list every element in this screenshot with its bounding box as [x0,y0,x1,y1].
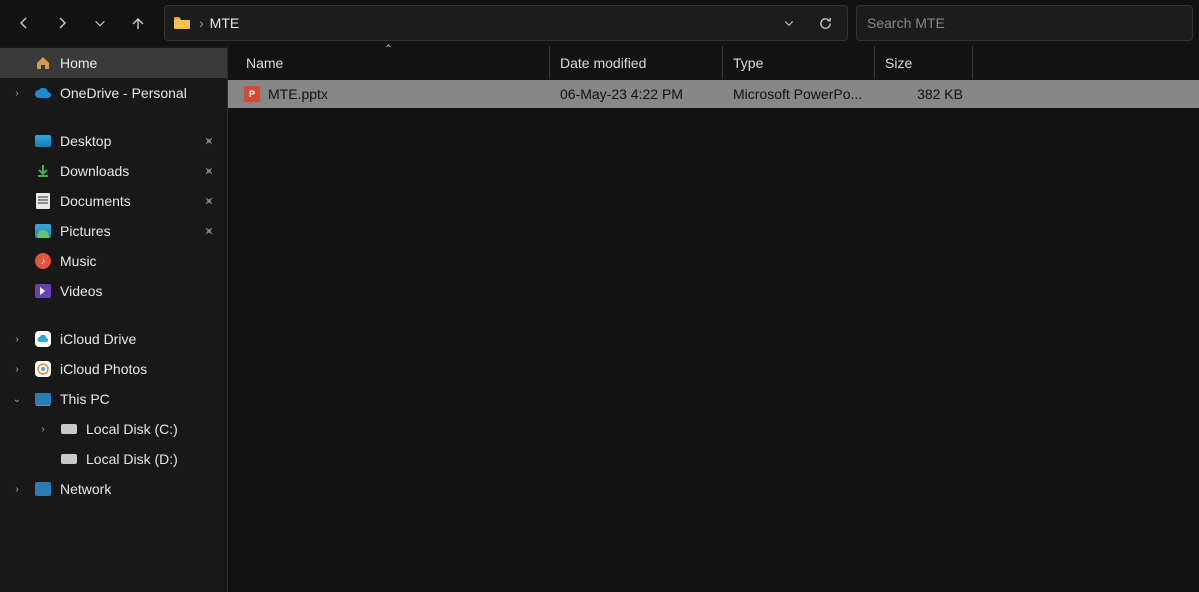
sort-ascending-icon: ⌃ [384,44,392,55]
icloud-drive-icon [34,330,52,348]
search-input[interactable] [867,15,1182,31]
chevron-right-icon[interactable]: › [34,424,52,435]
column-header-label: Type [733,55,763,71]
breadcrumb[interactable]: › MTE [199,15,767,31]
sidebar-item-label: Music [60,253,219,269]
address-dropdown-button[interactable] [775,9,803,37]
sidebar-item-label: Videos [60,283,219,299]
forward-button[interactable] [44,5,80,41]
documents-icon [34,192,52,210]
arrow-right-icon [54,15,70,31]
sidebar-item-label: This PC [60,391,219,407]
pc-icon [34,390,52,408]
sidebar-item-icloud-drive[interactable]: › iCloud Drive [0,324,227,354]
sidebar-item-label: iCloud Photos [60,361,219,377]
disk-icon [60,450,78,468]
back-button[interactable] [6,5,42,41]
pictures-icon [34,222,52,240]
file-type: Microsoft PowerPo... [723,86,875,102]
sidebar-item-label: Local Disk (C:) [86,421,219,437]
chevron-down-icon [783,17,795,29]
breadcrumb-folder[interactable]: MTE [210,15,240,31]
file-list[interactable]: P MTE.pptx 06-May-23 4:22 PM Microsoft P… [228,80,1199,592]
address-bar[interactable]: › MTE [164,5,848,41]
sidebar-item-label: OneDrive - Personal [60,85,219,101]
sidebar-item-music[interactable]: ♪ Music [0,246,227,276]
chevron-right-icon[interactable]: › [8,484,26,495]
arrow-left-icon [16,15,32,31]
refresh-icon [818,16,833,31]
pin-icon [199,165,219,177]
downloads-icon [34,162,52,180]
sidebar-item-icloud-photos[interactable]: › iCloud Photos [0,354,227,384]
sidebar-item-label: Desktop [60,133,191,149]
sidebar-item-disk-d[interactable]: › Local Disk (D:) [0,444,227,474]
powerpoint-file-icon: P [244,86,260,102]
onedrive-icon [34,84,52,102]
chevron-right-icon[interactable]: › [8,334,26,345]
file-size: 382 KB [875,86,973,102]
recent-locations-button[interactable] [82,5,118,41]
sidebar-item-documents[interactable]: Documents [0,186,227,216]
sidebar-item-downloads[interactable]: Downloads [0,156,227,186]
sidebar-item-desktop[interactable]: Desktop [0,126,227,156]
pin-icon [199,195,219,207]
toolbar: › MTE [0,0,1199,46]
sidebar-item-videos[interactable]: Videos [0,276,227,306]
file-row[interactable]: P MTE.pptx 06-May-23 4:22 PM Microsoft P… [228,80,1199,108]
sidebar-item-label: Local Disk (D:) [86,451,219,467]
chevron-right-icon[interactable]: › [8,88,26,99]
chevron-down-icon[interactable]: ⌄ [8,394,26,405]
sidebar-item-label: Downloads [60,163,191,179]
icloud-photos-icon [34,360,52,378]
column-header-type[interactable]: Type [723,46,875,79]
column-header-size[interactable]: Size [875,46,973,79]
pin-icon [199,225,219,237]
arrow-up-icon [130,15,146,31]
sidebar: Home › OneDrive - Personal Desktop Downl… [0,46,228,592]
sidebar-item-label: iCloud Drive [60,331,219,347]
column-headers: ⌃ Name Date modified Type Size [228,46,1199,80]
music-icon: ♪ [34,252,52,270]
column-header-label: Size [885,55,912,71]
search-box[interactable] [856,5,1193,41]
column-header-date[interactable]: Date modified [550,46,723,79]
pin-icon [199,135,219,147]
sidebar-item-network[interactable]: › Network [0,474,227,504]
column-header-label: Date modified [560,55,646,71]
up-button[interactable] [120,5,156,41]
file-list-pane: ⌃ Name Date modified Type Size P MTE.ppt… [228,46,1199,592]
sidebar-item-disk-c[interactable]: › Local Disk (C:) [0,414,227,444]
desktop-icon [34,132,52,150]
refresh-button[interactable] [811,9,839,37]
disk-icon [60,420,78,438]
sidebar-item-home[interactable]: Home [0,48,227,78]
sidebar-item-onedrive[interactable]: › OneDrive - Personal [0,78,227,108]
file-name: MTE.pptx [268,86,328,102]
videos-icon [34,282,52,300]
sidebar-item-label: Home [60,55,219,71]
chevron-right-icon[interactable]: › [8,364,26,375]
sidebar-item-label: Pictures [60,223,191,239]
sidebar-item-label: Network [60,481,219,497]
folder-icon [173,15,191,32]
chevron-down-icon [93,16,107,30]
network-icon [34,480,52,498]
sidebar-item-label: Documents [60,193,191,209]
column-header-label: Name [246,55,283,71]
home-icon [34,54,52,72]
sidebar-item-pictures[interactable]: Pictures [0,216,227,246]
sidebar-item-this-pc[interactable]: ⌄ This PC [0,384,227,414]
file-date: 06-May-23 4:22 PM [550,86,723,102]
column-header-name[interactable]: ⌃ Name [228,46,550,79]
breadcrumb-separator: › [199,15,204,31]
